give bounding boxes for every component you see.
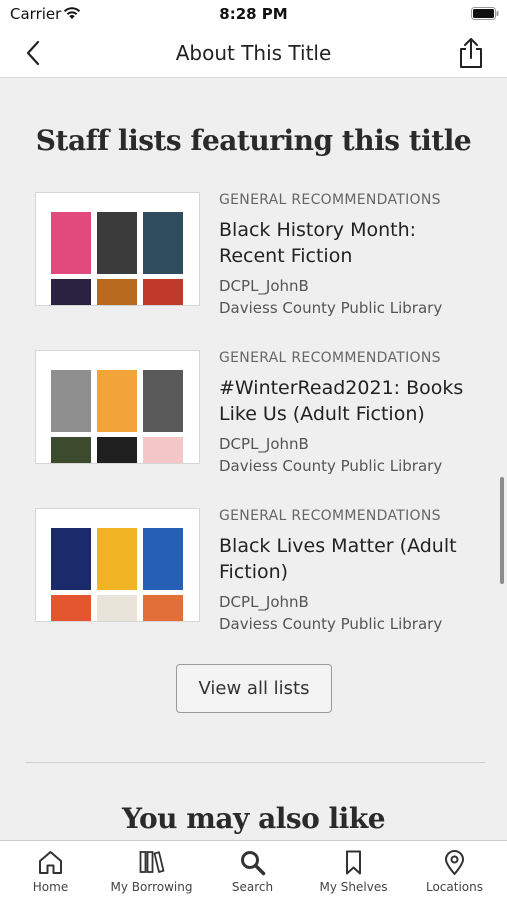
book-cover: [143, 595, 183, 621]
book-cover: [143, 212, 183, 274]
tab-label: My Borrowing: [110, 880, 193, 894]
home-icon: [39, 851, 62, 874]
tab-my-shelves[interactable]: My Shelves: [303, 841, 404, 900]
tab-locations[interactable]: Locations: [404, 841, 505, 900]
book-cover: [97, 528, 137, 590]
staff-list-item[interactable]: GENERAL RECOMMENDATIONS Black History Mo…: [35, 192, 485, 332]
view-all-lists-button[interactable]: View all lists: [176, 664, 332, 713]
also-like-heading: You may also like: [121, 802, 386, 835]
list-cover-collage: [35, 192, 200, 306]
book-cover: [51, 528, 91, 590]
book-cover: [143, 279, 183, 305]
staff-list-item[interactable]: GENERAL RECOMMENDATIONS #WinterRead2021:…: [35, 350, 485, 490]
list-owner: DCPL_JohnB: [219, 277, 309, 295]
book-cover: [143, 437, 183, 463]
tab-search[interactable]: Search: [202, 841, 303, 900]
book-cover: [51, 595, 91, 621]
share-button[interactable]: [457, 37, 485, 69]
list-library: Daviess County Public Library: [219, 299, 443, 317]
book-cover: [97, 437, 137, 463]
list-title-link[interactable]: Black History Month: Recent Fiction: [219, 217, 481, 269]
book-cover: [97, 212, 137, 274]
list-owner: DCPL_JohnB: [219, 435, 309, 453]
list-library: Daviess County Public Library: [219, 615, 443, 633]
list-category: GENERAL RECOMMENDATIONS: [219, 192, 441, 208]
book-cover: [51, 370, 91, 432]
book-cover: [97, 370, 137, 432]
tab-bar: Home My Borrowing Search My Shelves Loca…: [0, 840, 507, 900]
status-bar: Carrier 8:28 PM: [0, 0, 507, 28]
bookmark-icon: [346, 850, 361, 875]
list-title-link[interactable]: #WinterRead2021: Books Like Us (Adult Fi…: [219, 375, 481, 427]
book-cover: [51, 279, 91, 305]
book-cover: [51, 437, 91, 463]
staff-list-item[interactable]: GENERAL RECOMMENDATIONS Black Lives Matt…: [35, 508, 485, 648]
tab-label: Home: [32, 880, 69, 894]
scrollbar[interactable]: [500, 477, 504, 584]
list-owner: DCPL_JohnB: [219, 593, 309, 611]
book-cover: [51, 212, 91, 274]
staff-lists-heading: Staff lists featuring this title: [35, 124, 472, 157]
status-time: 8:28 PM: [219, 5, 288, 23]
section-divider: [26, 762, 485, 763]
nav-bar: About This Title: [0, 28, 507, 78]
book-cover: [143, 370, 183, 432]
tab-label: Search: [231, 880, 274, 894]
books-icon: [139, 851, 165, 873]
location-pin-icon: [445, 850, 464, 875]
list-category: GENERAL RECOMMENDATIONS: [219, 508, 441, 524]
list-library: Daviess County Public Library: [219, 457, 443, 475]
share-icon: [460, 38, 482, 68]
book-cover: [97, 279, 137, 305]
tab-label: My Shelves: [319, 880, 388, 894]
book-cover: [97, 595, 137, 621]
list-category: GENERAL RECOMMENDATIONS: [219, 350, 441, 366]
page-title: About This Title: [175, 41, 332, 65]
book-cover: [143, 528, 183, 590]
tab-label: Locations: [425, 880, 483, 894]
list-cover-collage: [35, 350, 200, 464]
battery-icon: [471, 7, 499, 20]
search-icon: [241, 851, 266, 876]
list-cover-collage: [35, 508, 200, 622]
tab-my-borrowing[interactable]: My Borrowing: [101, 841, 202, 900]
tab-home[interactable]: Home: [0, 841, 101, 900]
list-title-link[interactable]: Black Lives Matter (Adult Fiction): [219, 533, 481, 585]
